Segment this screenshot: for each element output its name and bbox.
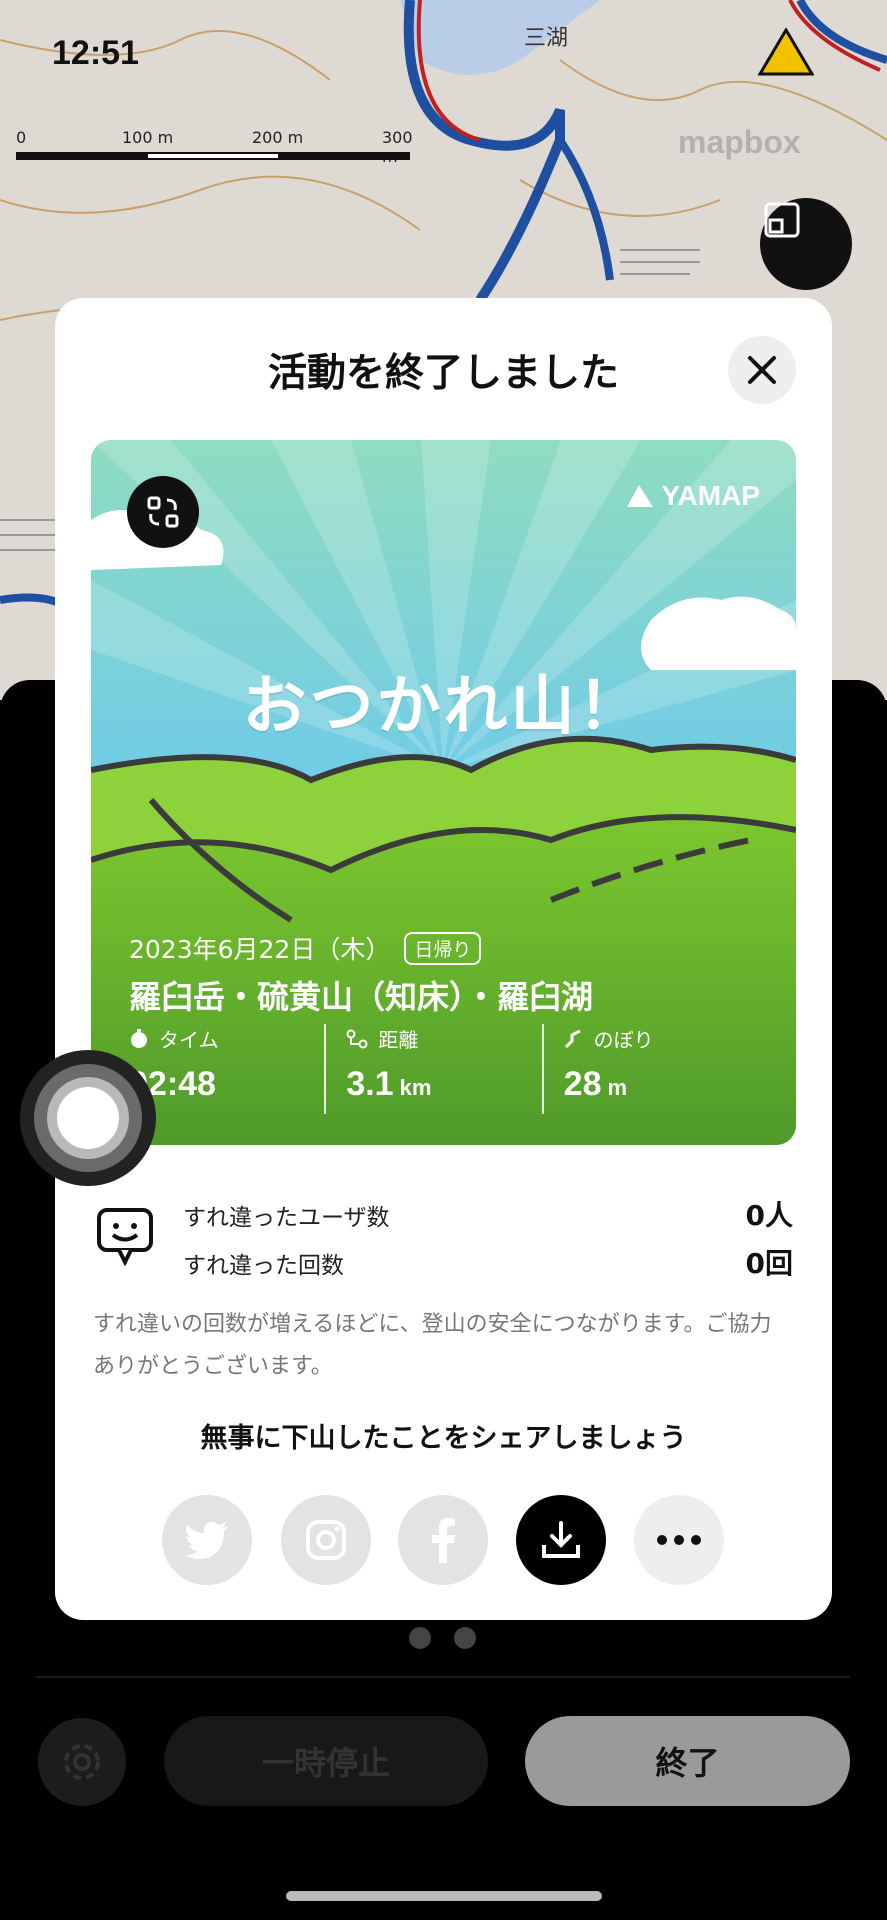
share-twitter-button[interactable] (162, 1495, 252, 1585)
ascent-icon (564, 1029, 581, 1048)
stat-value: 28 (563, 1065, 602, 1103)
activity-stats: タイム 02:48 距離 3.1 km のぼり 28 m (129, 1024, 759, 1114)
summary-card: YAMAP おつかれ山！ 2023年6月22日（木） 日帰り 羅臼岳・硫黄山（知… (91, 440, 796, 1145)
layers-icon (764, 202, 800, 238)
passed-count-value: 0回 (745, 1247, 793, 1280)
pause-button[interactable]: 一時停止 (164, 1716, 488, 1806)
more-icon (657, 1535, 701, 1545)
passing-note: すれ違いの回数が増えるほどに、登山の安全につながります。ご協力ありがとうございま… (93, 1312, 772, 1379)
share-title: 無事に下山したことをシェアしましょう (200, 1423, 687, 1454)
activity-date-row: 2023年6月22日（木） 日帰り (129, 930, 482, 966)
activity-finished-modal: 活動を終了しました YAMAP おつかれ山！ 2023年6月22日（木） 日帰り… (55, 298, 832, 1620)
download-image-button[interactable] (516, 1495, 606, 1585)
route-name: 羅臼岳・硫黄山（知床）・羅臼湖 (129, 978, 594, 1016)
scale-label: 300 m (382, 128, 413, 166)
stat-unit: km (399, 1075, 432, 1100)
assistive-touch-button[interactable] (20, 1050, 156, 1186)
scale-label: 0 (16, 128, 27, 147)
stat-label: タイム (159, 1028, 219, 1052)
twitter-icon (184, 1521, 228, 1559)
gear-icon (64, 1744, 100, 1780)
page-indicator-dot (409, 1627, 431, 1649)
close-icon (748, 356, 776, 384)
download-icon (542, 1521, 580, 1558)
share-facebook-button[interactable] (398, 1495, 488, 1585)
stat-value: 3.1 (346, 1065, 394, 1103)
share-instagram-button[interactable] (281, 1495, 371, 1585)
settings-button[interactable] (38, 1718, 126, 1806)
home-indicator[interactable] (286, 1891, 602, 1901)
status-time: 12:51 (52, 34, 139, 72)
mapbox-attribution[interactable]: mapbox (678, 124, 801, 161)
trip-type-badge: 日帰り (404, 931, 482, 965)
stat-label: 距離 (378, 1028, 419, 1052)
page-indicator-dot (454, 1627, 476, 1649)
passed-users-value: 0人 (745, 1199, 793, 1232)
stat-label: のぼり (593, 1028, 654, 1052)
timer-icon (131, 1028, 147, 1048)
more-share-button[interactable] (634, 1495, 724, 1585)
passed-users-row: すれ違ったユーザ数 0人 (183, 1198, 793, 1232)
activity-date: 2023年6月22日（木） (129, 935, 391, 964)
passing-users-icon (97, 1208, 153, 1267)
modal-title: 活動を終了しました (267, 351, 619, 396)
close-button[interactable] (728, 336, 796, 404)
scale-label: 100 m (122, 128, 174, 147)
route-icon (346, 1029, 368, 1048)
divider (36, 1676, 850, 1678)
passed-users-label: すれ違ったユーザ数 (183, 1205, 390, 1231)
stat-time: タイム 02:48 (129, 1024, 324, 1114)
instagram-icon (306, 1520, 346, 1560)
passed-count-row: すれ違った回数 0回 (183, 1246, 793, 1280)
yamap-logo: YAMAP (625, 480, 760, 512)
stat-unit: m (607, 1075, 628, 1100)
end-button[interactable]: 終了 (525, 1716, 850, 1806)
scale-label: 200 m (252, 128, 304, 147)
stat-ascent: のぼり 28 m (541, 1024, 759, 1114)
facebook-icon (432, 1518, 455, 1563)
stat-distance: 距離 3.1 km (324, 1024, 541, 1114)
card-headline: おつかれ山！ (242, 670, 645, 744)
brand-name: YAMAP (661, 480, 760, 511)
passed-count-label: すれ違った回数 (183, 1253, 344, 1279)
map-place-label: 三湖 (524, 26, 569, 51)
switch-card-button[interactable] (127, 476, 199, 548)
yamap-mountain-icon (627, 485, 654, 507)
switch-icon (147, 496, 179, 528)
layer-toggle-button[interactable] (760, 198, 852, 290)
